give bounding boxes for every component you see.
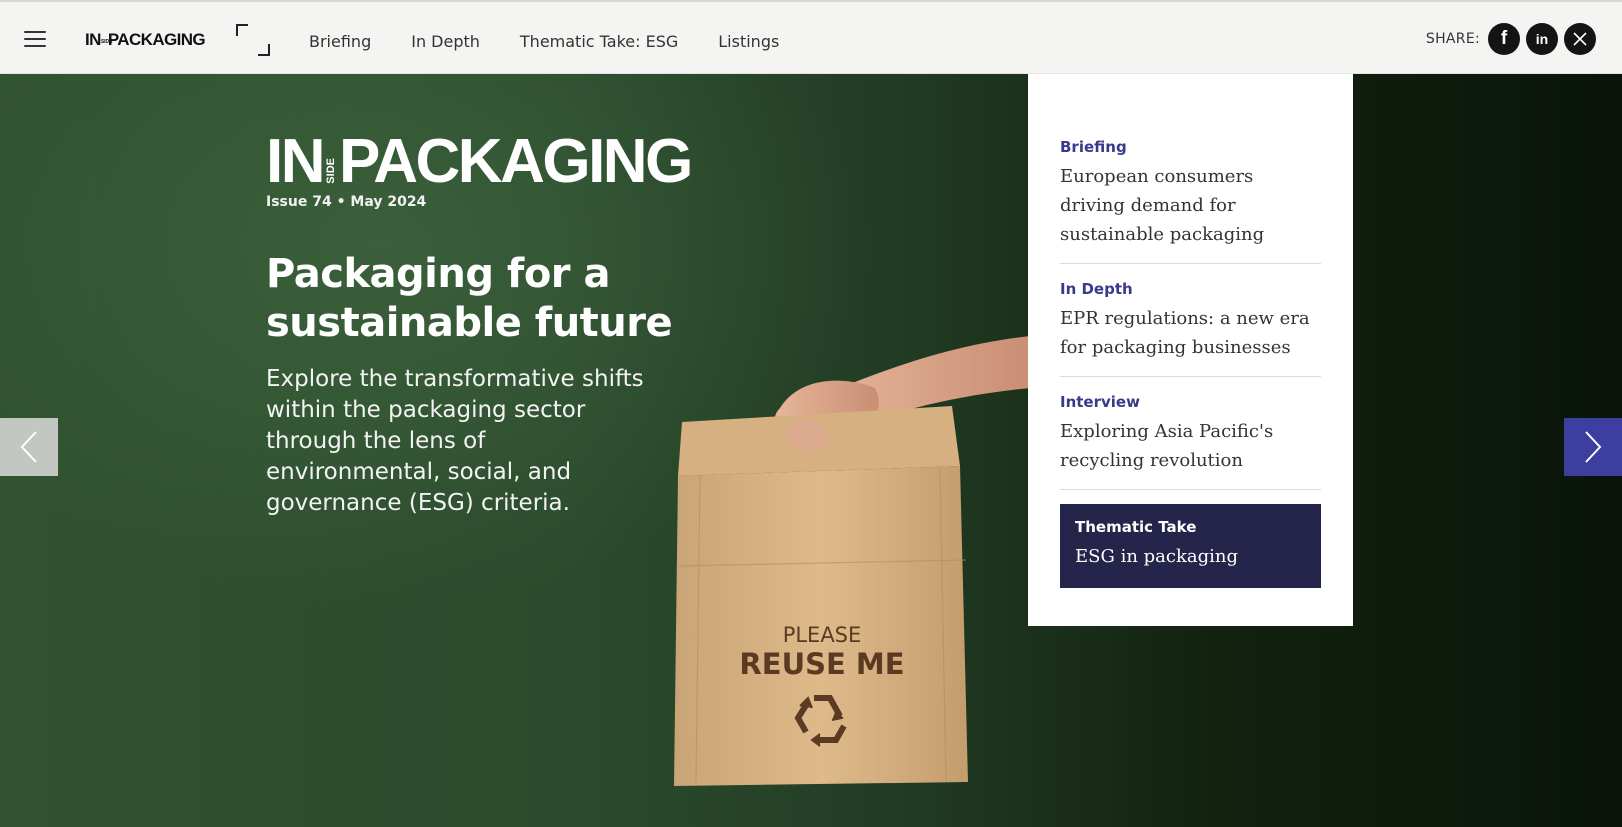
menu-icon[interactable] — [24, 31, 46, 47]
hero-brand: IN SIDE PACKAGING Issue 74 • May 2024 — [266, 127, 693, 211]
chevron-left-icon — [20, 431, 37, 463]
hero-logo: IN SIDE PACKAGING — [266, 127, 693, 196]
hero-title: Packaging for a sustainable future — [266, 251, 673, 346]
share-bar: SHARE: f in — [1426, 23, 1596, 55]
panel-item-briefing[interactable]: Briefing European consumers driving dema… — [1060, 136, 1321, 264]
nav-thematic-take-esg[interactable]: Thematic Take: ESG — [520, 32, 678, 51]
panel-item-title: EPR regulations: a new era for packaging… — [1060, 308, 1310, 358]
panel-item-category: Thematic Take — [1075, 518, 1197, 536]
panel-item-category: In Depth — [1060, 280, 1133, 298]
x-icon[interactable] — [1564, 23, 1596, 55]
hero-description: Explore the transformative shifts within… — [266, 366, 644, 516]
facebook-icon[interactable]: f — [1488, 23, 1520, 55]
hero-banner: IN SIDE PACKAGING Issue 74 • May 2024 Pack… — [0, 74, 1622, 827]
top-bar: INSIDEPACKAGING Briefing In Depth Themat… — [0, 0, 1622, 74]
bag-text-please: PLEASE — [783, 623, 862, 647]
chevron-right-icon — [1585, 431, 1602, 463]
bag-text-reuse: REUSE ME — [739, 647, 904, 681]
linkedin-icon[interactable]: in — [1526, 23, 1558, 55]
panel-item-title: Exploring Asia Pacific's recycling revol… — [1060, 421, 1274, 471]
nav-in-depth[interactable]: In Depth — [411, 32, 480, 51]
panel-item-title: ESG in packaging — [1075, 546, 1239, 567]
panel-item-interview[interactable]: Interview Exploring Asia Pacific's recyc… — [1060, 391, 1321, 490]
panel-item-in-depth[interactable]: In Depth EPR regulations: a new era for … — [1060, 278, 1321, 377]
nav-briefing[interactable]: Briefing — [309, 32, 371, 51]
site-logo[interactable]: INSIDEPACKAGING — [85, 30, 206, 50]
paper-bag-image: PLEASE REUSE ME — [674, 336, 1030, 786]
carousel-next-button[interactable] — [1564, 418, 1622, 476]
nav-listings[interactable]: Listings — [718, 32, 779, 51]
panel-item-thematic-take[interactable]: Thematic Take ESG in packaging — [1060, 504, 1321, 588]
panel-item-category: Briefing — [1060, 138, 1127, 156]
issue-label: Issue 74 • May 2024 — [266, 194, 427, 210]
panel-item-title: European consumers driving demand for su… — [1060, 166, 1265, 245]
contents-panel: Briefing European consumers driving dema… — [1028, 74, 1353, 626]
main-nav: Briefing In Depth Thematic Take: ESG Lis… — [309, 32, 779, 51]
carousel-prev-button[interactable] — [0, 418, 58, 476]
share-label: SHARE: — [1425, 31, 1480, 47]
expand-icon[interactable] — [236, 24, 270, 56]
panel-item-category: Interview — [1060, 393, 1140, 411]
